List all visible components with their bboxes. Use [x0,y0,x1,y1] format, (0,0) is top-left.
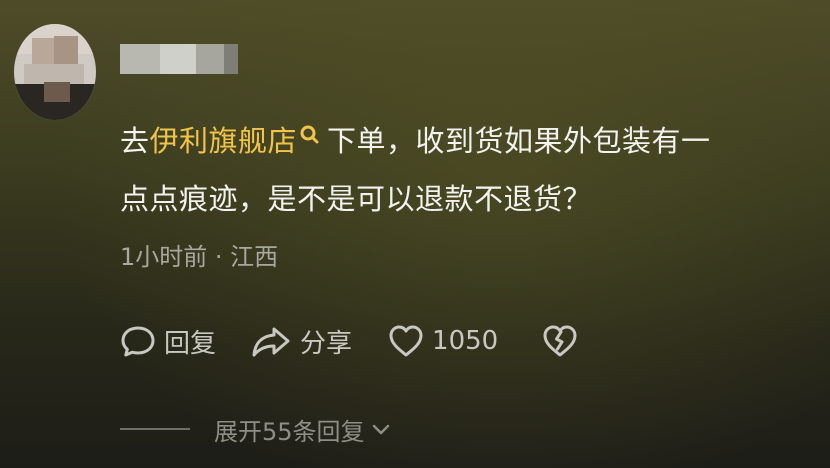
avatar[interactable] [14,24,96,120]
dislike-button[interactable] [542,324,578,358]
share-label: 分享 [300,328,353,359]
reply-button[interactable]: 回复 [120,323,216,360]
comment-line-1: 去伊利旗舰店 下单，收到货如果外包装有一 [120,112,820,170]
like-count: 1050 [432,326,499,356]
heart-icon [388,324,424,358]
share-button[interactable]: 分享 [250,323,352,360]
like-button[interactable]: 1050 [388,324,498,358]
comment-body-line-1: 下单，收到货如果外包装有一 [327,124,711,158]
store-link[interactable]: 伊利旗舰店 [150,124,298,158]
expand-replies-button[interactable]: 展开55条回复 [214,412,391,447]
reply-label: 回复 [164,328,217,359]
expand-replies-row: 展开55条回复 [120,410,391,448]
comment-meta: 1小时前 · 江西 [120,243,279,271]
expand-replies-label: 展开55条回复 [214,417,365,446]
divider-line [120,428,190,430]
action-bar: 回复 分享 1050 [120,320,578,362]
comment-prefix: 去 [120,124,150,158]
search-icon[interactable] [299,114,321,144]
comment-body-line-2: 点点痕迹，是不是可以退款不退货？ [120,182,593,216]
comment-text: 去伊利旗舰店 下单，收到货如果外包装有一 点点痕迹，是不是可以退款不退货？ [120,112,820,228]
share-arrow-icon [250,323,292,359]
username-blurred[interactable] [120,44,238,74]
comment-bubble-icon [120,323,156,359]
broken-heart-icon [542,324,578,358]
chevron-down-icon [365,415,391,443]
